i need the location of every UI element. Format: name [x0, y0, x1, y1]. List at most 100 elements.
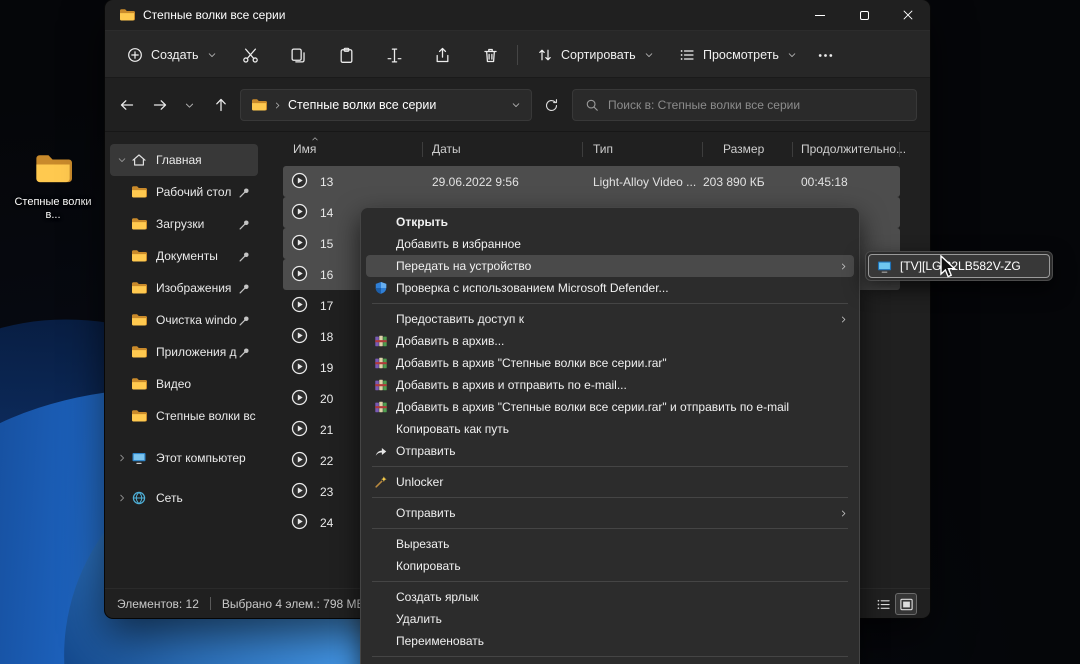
- sidebar-item-stepnye-volki[interactable]: Степные волки вс: [110, 400, 258, 432]
- desktop-folder-shortcut[interactable]: Степные волки в...: [8, 150, 98, 222]
- close-button[interactable]: [886, 0, 930, 30]
- chevron-down-icon: [644, 50, 654, 60]
- context-menu-item-cast-to-device[interactable]: Передать на устройство: [366, 255, 854, 277]
- file-name: 20: [320, 392, 333, 406]
- sidebar-item-apps[interactable]: Приложения д: [110, 336, 258, 368]
- delete-button[interactable]: [471, 39, 509, 71]
- title-bar[interactable]: Степные волки все серии: [105, 0, 930, 30]
- menu-item-label: Unlocker: [396, 475, 443, 489]
- context-menu-item-winrar-add[interactable]: Добавить в архив...: [366, 330, 854, 352]
- maximize-icon: [860, 11, 869, 20]
- maximize-button[interactable]: [842, 0, 886, 30]
- view-button[interactable]: Просмотреть: [669, 39, 807, 71]
- play-circle-icon: [291, 389, 308, 409]
- command-bar: Создать Сортировать Просмотреть: [105, 30, 930, 78]
- file-name: 18: [320, 330, 333, 344]
- column-header-date[interactable]: Даты: [423, 134, 583, 164]
- view-label: Просмотреть: [703, 48, 779, 62]
- menu-item-label: Передать на устройство: [396, 259, 531, 273]
- search-box[interactable]: [572, 89, 917, 121]
- file-name: 13: [320, 175, 333, 189]
- sidebar-item-downloads[interactable]: Загрузки: [110, 208, 258, 240]
- menu-separator: [372, 497, 848, 498]
- sidebar-item-cleanup[interactable]: Очистка windo: [110, 304, 258, 336]
- context-menu-item-send-to[interactable]: Отправить: [366, 502, 854, 524]
- sidebar-item-videos[interactable]: Видео: [110, 368, 258, 400]
- refresh-button[interactable]: [537, 91, 565, 119]
- context-menu-item-copy-as-path[interactable]: Копировать как путь: [366, 418, 854, 440]
- chevron-right-icon[interactable]: [113, 453, 131, 463]
- context-menu-item-winrar-named-email[interactable]: Добавить в архив "Степные волки все сери…: [366, 396, 854, 418]
- sidebar-item-documents[interactable]: Документы: [110, 240, 258, 272]
- sidebar-item-this-pc[interactable]: Этот компьютер: [110, 442, 258, 474]
- context-menu-item-give-access[interactable]: Предоставить доступ к: [366, 308, 854, 330]
- folder-icon: [131, 312, 147, 328]
- sort-arrows-icon: [537, 47, 553, 63]
- pin-icon: [238, 314, 252, 327]
- chevron-right-icon[interactable]: [113, 493, 131, 503]
- menu-separator: [372, 303, 848, 304]
- up-button[interactable]: [207, 91, 235, 119]
- back-button[interactable]: [113, 91, 141, 119]
- context-menu-item-winrar-email[interactable]: Добавить в архив и отправить по e-mail..…: [366, 374, 854, 396]
- column-label: Тип: [593, 142, 613, 156]
- column-header-type[interactable]: Тип: [583, 134, 703, 164]
- cut-button[interactable]: [231, 39, 269, 71]
- chevron-down-icon[interactable]: [113, 155, 131, 165]
- chevron-right-icon: [839, 509, 848, 518]
- mouse-cursor: [938, 255, 960, 279]
- menu-item-label: Копировать: [396, 559, 461, 573]
- folder-icon: [30, 150, 76, 188]
- file-row[interactable]: 13 29.06.2022 9:56 Light-Alloy Video ...…: [283, 166, 900, 197]
- context-menu-item-copy[interactable]: Копировать: [366, 555, 854, 577]
- context-menu-item-unlocker[interactable]: Unlocker: [366, 471, 854, 493]
- context-menu-item-rename[interactable]: Переименовать: [366, 630, 854, 652]
- context-menu-item-share[interactable]: Отправить: [366, 440, 854, 462]
- trash-icon: [482, 47, 499, 64]
- menu-item-label: Проверка с использованием Microsoft Defe…: [396, 281, 669, 295]
- context-menu-item-add-to-favorites[interactable]: Добавить в избранное: [366, 233, 854, 255]
- paste-button[interactable]: [327, 39, 365, 71]
- column-header-name[interactable]: Имя: [283, 134, 423, 164]
- menu-separator: [372, 466, 848, 467]
- chevron-down-icon[interactable]: [511, 100, 521, 110]
- create-new-button[interactable]: Создать: [117, 39, 227, 71]
- minimize-button[interactable]: [798, 0, 842, 30]
- search-input[interactable]: [608, 98, 904, 112]
- share-button[interactable]: [423, 39, 461, 71]
- winrar-icon: [366, 400, 396, 414]
- column-header-duration[interactable]: Продолжительно...: [793, 134, 900, 164]
- copy-button[interactable]: [279, 39, 317, 71]
- play-circle-icon: [291, 234, 308, 254]
- context-menu-item-open[interactable]: Открыть: [366, 211, 854, 233]
- thumbnails-view-button[interactable]: [895, 593, 917, 615]
- folder-icon: [251, 97, 267, 113]
- details-view-button[interactable]: [872, 593, 894, 615]
- context-menu-item-cut[interactable]: Вырезать: [366, 533, 854, 555]
- sidebar-item-label: Этот компьютер: [156, 451, 258, 465]
- context-menu-item-create-shortcut[interactable]: Создать ярлык: [366, 586, 854, 608]
- sidebar-item-label: Изображения: [156, 281, 238, 295]
- sidebar-item-pictures[interactable]: Изображения: [110, 272, 258, 304]
- recent-locations-button[interactable]: [177, 91, 201, 119]
- breadcrumb-path[interactable]: Степные волки все серии: [288, 98, 505, 112]
- more-options-button[interactable]: [806, 39, 844, 71]
- context-menu-item-winrar-add-named[interactable]: Добавить в архив "Степные волки все сери…: [366, 352, 854, 374]
- window-title: Степные волки все серии: [143, 8, 285, 22]
- menu-item-label: Создать ярлык: [396, 590, 479, 604]
- context-menu-item-defender-scan[interactable]: Проверка с использованием Microsoft Defe…: [366, 277, 854, 299]
- sidebar-item-label: Видео: [156, 377, 258, 391]
- sidebar-item-label: Очистка windo: [156, 313, 238, 327]
- forward-button[interactable]: [146, 91, 174, 119]
- menu-item-label: Добавить в архив...: [396, 334, 504, 348]
- sidebar-item-desktop[interactable]: Рабочий стол: [110, 176, 258, 208]
- column-header-size[interactable]: Размер: [703, 134, 793, 164]
- back-arrow-icon: [119, 97, 135, 113]
- breadcrumb[interactable]: Степные волки все серии: [240, 89, 532, 121]
- sidebar-item-network[interactable]: Сеть: [110, 482, 258, 514]
- sidebar-item-home[interactable]: Главная: [110, 144, 258, 176]
- sort-button[interactable]: Сортировать: [527, 39, 664, 71]
- rename-button[interactable]: [375, 39, 413, 71]
- context-menu-item-delete[interactable]: Удалить: [366, 608, 854, 630]
- home-icon: [131, 152, 147, 168]
